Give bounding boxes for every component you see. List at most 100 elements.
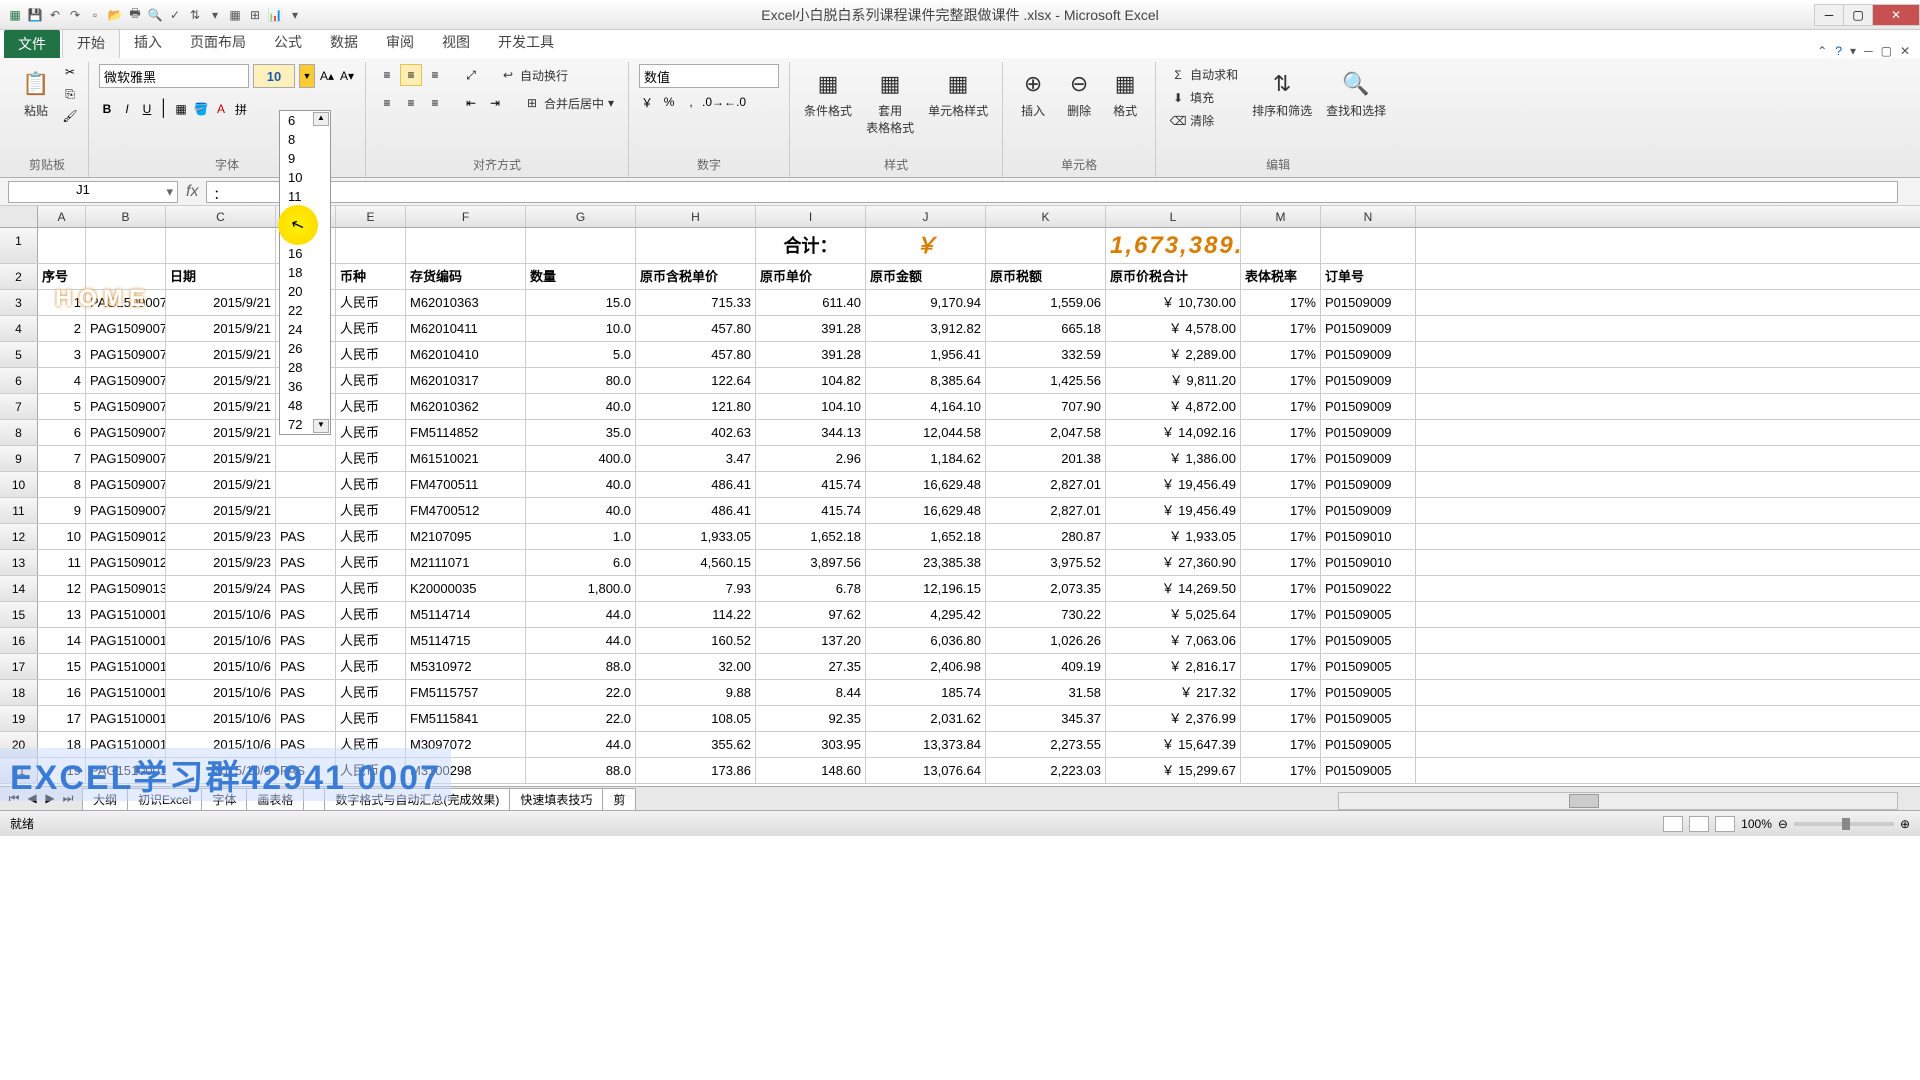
cell[interactable]: 27.35	[756, 654, 866, 679]
cell[interactable]: 人民币	[336, 368, 406, 393]
cell[interactable]: 2,073.35	[986, 576, 1106, 601]
cell[interactable]: PAG1509007	[86, 498, 166, 523]
cell[interactable]: 1,956.41	[866, 342, 986, 367]
copy-icon[interactable]: ⎘	[62, 86, 78, 102]
size-option-8[interactable]: 8	[280, 130, 330, 149]
cell[interactable]: 币种	[336, 264, 406, 289]
cell[interactable]: 2015/9/21	[166, 420, 276, 445]
cell[interactable]: 12,196.15	[866, 576, 986, 601]
cell[interactable]: 13,373.84	[866, 732, 986, 757]
cell[interactable]: 12	[38, 576, 86, 601]
cell[interactable]: 2015/9/24	[166, 576, 276, 601]
cell[interactable]: 104.10	[756, 394, 866, 419]
conditional-format-button[interactable]: ▦条件格式	[800, 64, 856, 123]
cell[interactable]: 人民币	[336, 342, 406, 367]
cut-icon[interactable]: ✂	[62, 64, 78, 80]
cell[interactable]: 2,031.62	[866, 706, 986, 731]
orientation-icon[interactable]: ⤢	[460, 64, 482, 86]
spell-icon[interactable]: ✓	[166, 6, 184, 24]
cell[interactable]: 2015/10/6	[166, 654, 276, 679]
size-option-16[interactable]: 16	[280, 244, 330, 263]
cell[interactable]: 1,184.62	[866, 446, 986, 471]
cell[interactable]: ￥ 27,360.90	[1106, 550, 1241, 575]
cell[interactable]: M5310972	[406, 654, 526, 679]
cell[interactable]: 1,425.56	[986, 368, 1106, 393]
cell[interactable]: 原币单价	[756, 264, 866, 289]
font-size-dropdown-button[interactable]: ▼	[299, 64, 315, 88]
cell[interactable]: ￥ 5,025.64	[1106, 602, 1241, 627]
cell[interactable]: 391.28	[756, 316, 866, 341]
currency-icon[interactable]: ￥	[639, 94, 655, 110]
fill-button[interactable]: ⬇填充	[1166, 87, 1242, 108]
cell[interactable]: PAS	[276, 602, 336, 627]
cell[interactable]: 1	[38, 290, 86, 315]
cell[interactable]: 5	[38, 394, 86, 419]
row-header[interactable]: 3	[0, 290, 38, 315]
name-box[interactable]: J1	[8, 181, 178, 203]
cell[interactable]: 1,673,389.73	[1106, 228, 1241, 263]
cell[interactable]: 1,026.26	[986, 628, 1106, 653]
cell[interactable]: 2015/9/21	[166, 394, 276, 419]
cell[interactable]: 17%	[1241, 576, 1321, 601]
cell[interactable]: 17%	[1241, 420, 1321, 445]
cell[interactable]: PAS	[276, 550, 336, 575]
col-header-G[interactable]: G	[526, 206, 636, 227]
cell[interactable]: P01509009	[1321, 420, 1416, 445]
cell[interactable]: 人民币	[336, 524, 406, 549]
tab-页面布局[interactable]: 页面布局	[176, 28, 260, 58]
cell[interactable]: 148.60	[756, 758, 866, 783]
cell[interactable]: ￥ 19,456.49	[1106, 472, 1241, 497]
cell[interactable]: M62010363	[406, 290, 526, 315]
cell[interactable]	[276, 446, 336, 471]
new-icon[interactable]: ▫	[86, 6, 104, 24]
cell[interactable]: 160.52	[636, 628, 756, 653]
cell[interactable]: 31.58	[986, 680, 1106, 705]
align-middle-icon[interactable]: ≡	[400, 64, 422, 86]
cell[interactable]	[86, 264, 166, 289]
cell[interactable]: P01509010	[1321, 550, 1416, 575]
format-table-button[interactable]: ▦套用 表格格式	[862, 64, 918, 140]
tab-插入[interactable]: 插入	[120, 28, 176, 58]
cell[interactable]: PAG1509012	[86, 524, 166, 549]
cell[interactable]: 原币含税单价	[636, 264, 756, 289]
cell[interactable]: 2015/9/21	[166, 472, 276, 497]
cell[interactable]: 1,652.18	[756, 524, 866, 549]
cell[interactable]: 23,385.38	[866, 550, 986, 575]
cell[interactable]: M2107095	[406, 524, 526, 549]
size-option-18[interactable]: 18	[280, 263, 330, 282]
cell[interactable]: P01509009	[1321, 446, 1416, 471]
cell[interactable]: 88.0	[526, 654, 636, 679]
tab-file[interactable]: 文件	[4, 30, 60, 58]
cell[interactable]: P01509022	[1321, 576, 1416, 601]
dropdown-scroll-up-icon[interactable]: ▲	[313, 112, 329, 126]
cell[interactable]: 2015/10/6	[166, 602, 276, 627]
col-header-F[interactable]: F	[406, 206, 526, 227]
cell[interactable]: 201.38	[986, 446, 1106, 471]
cell[interactable]: M2111071	[406, 550, 526, 575]
align-top-icon[interactable]: ≡	[376, 64, 398, 86]
italic-button[interactable]: I	[119, 101, 135, 117]
shrink-font-icon[interactable]: A▾	[339, 68, 355, 84]
pivot-icon[interactable]: ⊞	[246, 6, 264, 24]
cell[interactable]	[86, 228, 166, 263]
workbook-restore-icon[interactable]: ▢	[1881, 44, 1892, 58]
tab-开始[interactable]: 开始	[62, 28, 120, 58]
cell[interactable]: PAG1510001	[86, 628, 166, 653]
cell[interactable]: PAS	[276, 524, 336, 549]
size-option-9[interactable]: 9	[280, 149, 330, 168]
cell[interactable]: 137.20	[756, 628, 866, 653]
cell[interactable]: 80.0	[526, 368, 636, 393]
cell[interactable]: 22.0	[526, 680, 636, 705]
cell[interactable]: 12,044.58	[866, 420, 986, 445]
row-header[interactable]: 6	[0, 368, 38, 393]
cell[interactable]: 2.96	[756, 446, 866, 471]
row-header[interactable]: 17	[0, 654, 38, 679]
wrap-text-button[interactable]: ↩自动换行	[496, 65, 572, 86]
cell[interactable]: 40.0	[526, 472, 636, 497]
cell[interactable]: 185.74	[866, 680, 986, 705]
align-bottom-icon[interactable]: ≡	[424, 64, 446, 86]
cell[interactable]	[986, 228, 1106, 263]
cell[interactable]: 17%	[1241, 628, 1321, 653]
cell[interactable]: 17%	[1241, 368, 1321, 393]
cell[interactable]: 6.0	[526, 550, 636, 575]
